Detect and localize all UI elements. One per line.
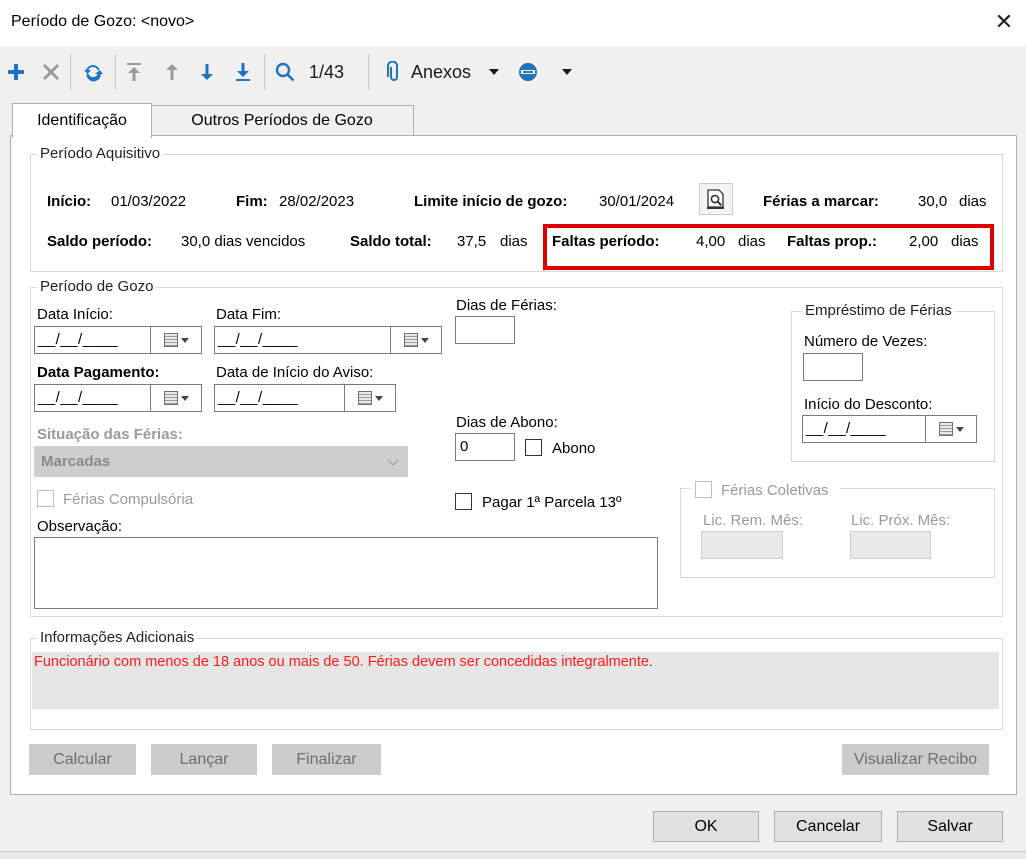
record-counter: 1/43	[309, 62, 345, 82]
ferias-coletivas-checkbox	[695, 481, 712, 498]
search-icon[interactable]	[272, 58, 298, 86]
calendar-icon[interactable]	[390, 327, 441, 353]
chevron-down-icon	[387, 454, 399, 466]
limite-gozo-value: 30/01/2024	[599, 193, 675, 210]
refresh-icon[interactable]	[80, 58, 106, 86]
lic-rem-label: Lic. Rem. Mês:	[703, 512, 804, 529]
saldo-periodo-label: Saldo período:	[47, 233, 152, 250]
link-dropdown-icon[interactable]	[562, 69, 572, 75]
delete-icon[interactable]	[38, 58, 64, 86]
calendar-icon[interactable]	[150, 327, 201, 353]
data-inicio-value: __/__/____	[38, 331, 119, 348]
attachments-label[interactable]: Anexos	[411, 62, 471, 83]
fim-label: Fim:	[236, 193, 268, 210]
dias-ferias-input[interactable]	[455, 316, 515, 344]
data-pagamento-value: __/__/____	[38, 389, 119, 406]
first-record-icon[interactable]	[121, 58, 147, 86]
highlight-box	[543, 224, 994, 270]
data-pagamento-input[interactable]: __/__/____	[34, 384, 202, 412]
salvar-button[interactable]: Salvar	[897, 811, 1003, 842]
num-vezes-label: Número de Vezes:	[804, 333, 928, 350]
data-inicio-input[interactable]: __/__/____	[34, 326, 202, 354]
calendar-icon[interactable]	[150, 385, 201, 411]
toolbar: 1/43 Anexos	[0, 46, 1026, 98]
saldo-periodo-value: 30,0 dias vencidos	[181, 233, 306, 250]
limite-gozo-label: Limite início de gozo:	[414, 193, 568, 210]
finalizar-button[interactable]: Finalizar	[272, 744, 381, 775]
data-fim-value: __/__/____	[218, 331, 299, 348]
visualizar-recibo-button[interactable]: Visualizar Recibo	[842, 744, 989, 775]
compulsoria-label: Férias Compulsória	[63, 491, 194, 508]
emprestimo-legend: Empréstimo de Férias	[802, 302, 955, 319]
data-aviso-input[interactable]: __/__/____	[214, 384, 396, 412]
inicio-desconto-label: Início do Desconto:	[804, 396, 933, 413]
toolbar-separator	[264, 54, 265, 90]
tab-outros-periodos[interactable]: Outros Períodos de Gozo	[150, 105, 414, 136]
periodo-gozo-legend: Período de Gozo	[37, 278, 157, 295]
calendar-icon[interactable]	[925, 416, 976, 442]
dias-ferias-label: Dias de Férias:	[456, 297, 557, 314]
inicio-value: 01/03/2022	[111, 193, 187, 210]
next-record-icon[interactable]	[194, 58, 220, 86]
data-fim-label: Data Fim:	[216, 306, 282, 323]
lic-prox-label: Lic. Próx. Mês:	[851, 512, 951, 529]
saldo-total-label: Saldo total:	[350, 233, 432, 250]
situacao-value: Marcadas	[41, 453, 111, 470]
ferias-marcar-value: 30,0	[918, 193, 948, 210]
situacao-label: Situação das Férias:	[37, 426, 183, 443]
status-strip	[0, 851, 1026, 859]
document-search-icon[interactable]	[699, 183, 733, 215]
add-icon[interactable]	[3, 58, 29, 86]
ferias-marcar-unit: dias	[959, 193, 987, 210]
pagar-parcela-label: Pagar 1ª Parcela 13º	[482, 494, 622, 511]
fim-value: 28/02/2023	[279, 193, 355, 210]
attachments-dropdown-icon[interactable]	[489, 69, 499, 75]
toolbar-separator	[368, 54, 369, 90]
num-vezes-input[interactable]	[803, 353, 863, 381]
calendar-icon[interactable]	[344, 385, 395, 411]
data-aviso-value: __/__/____	[218, 389, 299, 406]
tab-label: Outros Períodos de Gozo	[191, 112, 373, 129]
tab-identificacao[interactable]: Identificação	[12, 103, 152, 138]
ferias-coletivas-label: Férias Coletivas	[721, 482, 829, 499]
data-aviso-label: Data de Início do Aviso:	[216, 364, 374, 381]
compulsoria-checkbox	[37, 490, 54, 507]
abono-checkbox[interactable]	[525, 439, 542, 456]
toolbar-separator	[70, 54, 71, 90]
inicio-desconto-input[interactable]: __/__/____	[802, 415, 977, 443]
lancar-button[interactable]: Lançar	[151, 744, 257, 775]
inicio-label: Início:	[47, 193, 92, 210]
saldo-total-value: 37,5	[457, 233, 487, 250]
observacao-textarea[interactable]	[34, 537, 658, 609]
dias-abono-input[interactable]: 0	[455, 433, 515, 461]
observacao-label: Observação:	[37, 518, 123, 535]
dias-abono-label: Dias de Abono:	[456, 414, 558, 431]
situacao-select: Marcadas	[34, 446, 408, 477]
pagar-parcela-checkbox[interactable]	[455, 493, 472, 510]
cancelar-button[interactable]: Cancelar	[774, 811, 882, 842]
tab-label: Identificação	[37, 112, 127, 129]
ok-button[interactable]: OK	[653, 811, 759, 842]
calcular-button[interactable]: Calcular	[29, 744, 136, 775]
last-record-icon[interactable]	[230, 58, 256, 86]
saldo-total-unit: dias	[500, 233, 528, 250]
paperclip-icon[interactable]	[381, 58, 407, 86]
inicio-desconto-value: __/__/____	[806, 420, 887, 437]
link-icon[interactable]	[515, 58, 541, 86]
abono-label: Abono	[552, 440, 596, 457]
warning-message: Funcionário com menos de 18 anos ou mais…	[34, 654, 653, 670]
previous-record-icon[interactable]	[159, 58, 185, 86]
periodo-aquisitivo-legend: Período Aquisitivo	[37, 145, 164, 162]
lic-rem-input	[701, 531, 783, 559]
close-icon[interactable]: ✕	[992, 10, 1016, 34]
ferias-marcar-label: Férias a marcar:	[763, 193, 879, 210]
window-title: Período de Gozo: <novo>	[11, 13, 195, 30]
data-fim-input[interactable]: __/__/____	[214, 326, 442, 354]
data-pagamento-label: Data Pagamento:	[37, 364, 160, 381]
toolbar-separator	[115, 54, 116, 90]
info-adicionais-legend: Informações Adicionais	[37, 629, 198, 646]
data-inicio-label: Data Início:	[37, 306, 113, 323]
lic-prox-input	[850, 531, 931, 559]
